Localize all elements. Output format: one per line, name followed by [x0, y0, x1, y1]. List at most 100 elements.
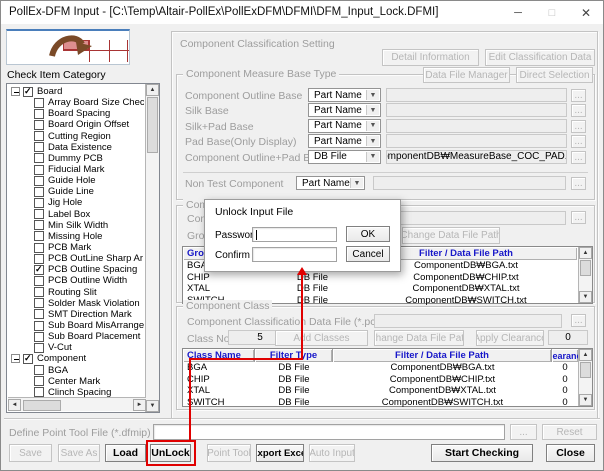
tree-checkbox[interactable]: [34, 321, 44, 331]
tree-item[interactable]: Center Mark: [8, 376, 144, 387]
tree-checkbox[interactable]: [34, 265, 44, 275]
scrollbar-thumb[interactable]: [23, 400, 61, 411]
scroll-up-icon[interactable]: ▲: [579, 349, 592, 361]
scrollbar-thumb[interactable]: [147, 97, 158, 153]
tree-checkbox[interactable]: [34, 287, 44, 297]
apply-clearance-button[interactable]: Apply Clearance: [476, 330, 544, 346]
tree-checkbox[interactable]: [34, 332, 44, 342]
point-tool-button[interactable]: Point Tool: [207, 444, 251, 462]
scrollbar-thumb[interactable]: [580, 362, 591, 378]
tree-checkbox[interactable]: [23, 354, 33, 364]
start-checking-button[interactable]: Start Checking: [431, 444, 533, 462]
tree-item[interactable]: Clinch Spacing: [8, 387, 144, 397]
chevron-down-icon[interactable]: ▼: [366, 121, 379, 131]
browse-button[interactable]: ...: [571, 211, 586, 224]
tree-checkbox[interactable]: [34, 231, 44, 241]
detail-information-button[interactable]: Detail Information: [382, 49, 479, 66]
chevron-down-icon[interactable]: ▼: [366, 152, 379, 162]
table-row[interactable]: SWITCH DB File ComponentDB₩SWITCH.txt 0: [183, 397, 592, 409]
tree-expander-minus-icon[interactable]: [11, 87, 20, 96]
tree-item[interactable]: PCB Outline Spacing: [8, 264, 144, 275]
tree-item-label[interactable]: V-Cut: [48, 342, 72, 353]
table-row[interactable]: XTAL DB File ComponentDB₩XTAL.txt 0: [183, 385, 592, 397]
save-button[interactable]: Save: [9, 444, 52, 462]
save-as-button[interactable]: Save As: [58, 444, 100, 462]
tree-item-label[interactable]: Guide Line: [48, 186, 94, 197]
scroll-down-icon[interactable]: ▼: [146, 400, 159, 412]
measure-type-dropdown[interactable]: Part Name▼: [308, 103, 381, 117]
tree-checkbox[interactable]: [34, 209, 44, 219]
scroll-down-icon[interactable]: ▼: [579, 394, 592, 406]
tree-item-label[interactable]: Solder Mask Violation: [48, 298, 140, 309]
scroll-up-icon[interactable]: ▲: [579, 247, 592, 259]
tree-item-label[interactable]: BGA: [48, 365, 68, 376]
tree-checkbox[interactable]: [34, 254, 44, 264]
browse-button[interactable]: ...: [571, 314, 586, 327]
chevron-down-icon[interactable]: ▼: [366, 105, 379, 115]
load-button[interactable]: Load: [105, 444, 146, 462]
tree-item-label[interactable]: PCB Outline Spacing: [48, 264, 137, 275]
reset-button[interactable]: Reset: [542, 424, 597, 440]
tree-item[interactable]: Guide Line: [8, 186, 144, 197]
measure-file-field[interactable]: [386, 88, 567, 102]
direct-selection-button[interactable]: Direct Selection: [516, 67, 593, 83]
tree-item[interactable]: Fiducial Mark: [8, 164, 144, 175]
non-test-dropdown[interactable]: Part Name▼: [296, 176, 365, 190]
tree-checkbox[interactable]: [34, 298, 44, 308]
export-excel-button[interactable]: Export Excel: [256, 444, 304, 462]
tree-checkbox[interactable]: [23, 87, 33, 97]
table-row[interactable]: CHIP DB File ComponentDB₩CHIP.txt 0: [183, 374, 592, 386]
group-data-file-field[interactable]: [373, 211, 566, 225]
tree-checkbox[interactable]: [34, 220, 44, 230]
tree-item-label[interactable]: Label Box: [48, 209, 90, 220]
measure-type-dropdown[interactable]: Part Name▼: [308, 134, 381, 148]
tree-checkbox[interactable]: [34, 142, 44, 152]
tree-item-label[interactable]: Data Existence: [48, 142, 112, 153]
measure-type-dropdown[interactable]: Part Name▼: [308, 88, 381, 102]
tree-item-label[interactable]: Sub Board MisArrange: [48, 320, 144, 331]
change-data-file-path-button[interactable]: Change Data File Path: [402, 227, 500, 244]
edit-classification-data-button[interactable]: Edit Classification Data: [485, 49, 595, 66]
measure-type-dropdown[interactable]: DB File▼: [308, 150, 381, 164]
table-row[interactable]: BGA DB File ComponentDB₩BGA.txt 0: [183, 362, 592, 374]
tree-item-label[interactable]: PCB OutLine Sharp Ar: [48, 253, 143, 264]
scroll-down-icon[interactable]: ▼: [579, 291, 592, 303]
tree-item[interactable]: Data Existence: [8, 142, 144, 153]
tree-item[interactable]: SMT Direction Mark: [8, 309, 144, 320]
tree-checkbox[interactable]: [34, 376, 44, 386]
password-input[interactable]: [252, 227, 337, 242]
scroll-up-icon[interactable]: ▲: [146, 84, 159, 96]
tree-checkbox[interactable]: [34, 153, 44, 163]
tree-item[interactable]: Missing Hole: [8, 231, 144, 242]
measure-file-field[interactable]: [386, 119, 567, 133]
chevron-down-icon[interactable]: ▼: [366, 90, 379, 100]
tree-item-label[interactable]: PCB Outline Width: [48, 275, 127, 286]
data-file-manager-button[interactable]: Data File Manager: [423, 67, 510, 83]
tree-item-label[interactable]: Dummy PCB: [48, 153, 103, 164]
tree-item-label[interactable]: Fiducial Mark: [48, 164, 105, 175]
tree-item-label[interactable]: Clinch Spacing: [48, 387, 111, 397]
tree-item-label[interactable]: Array Board Size Chec: [48, 97, 144, 108]
tree-checkbox[interactable]: [34, 276, 44, 286]
tree-item-label[interactable]: Missing Hole: [48, 231, 102, 242]
browse-button[interactable]: ...: [571, 151, 586, 164]
tree-item-label[interactable]: Guide Hole: [48, 175, 96, 186]
tree-checkbox[interactable]: [34, 187, 44, 197]
class-data-file-field[interactable]: [374, 314, 562, 328]
tree-checkbox[interactable]: [34, 365, 44, 375]
tree-item[interactable]: Guide Hole: [8, 175, 144, 186]
tree-vscrollbar[interactable]: ▲ ▼: [145, 84, 159, 412]
tree-item[interactable]: Solder Mask Violation: [8, 298, 144, 309]
browse-button[interactable]: ...: [571, 104, 586, 117]
tree-checkbox[interactable]: [34, 109, 44, 119]
minimize-button[interactable]: ─: [501, 1, 535, 24]
tree-checkbox[interactable]: [34, 120, 44, 130]
auto-input-button[interactable]: Auto Input: [309, 444, 355, 462]
tree-checkbox[interactable]: [34, 98, 44, 108]
check-item-tree[interactable]: Board Array Board Size Chec Board Spacin…: [6, 83, 160, 413]
footer-browse-button[interactable]: ...: [510, 424, 537, 440]
tree-item-label[interactable]: Component: [37, 353, 86, 364]
tree-item-label[interactable]: Center Mark: [48, 376, 100, 387]
group-table-vscrollbar[interactable]: ▲ ▼: [578, 247, 592, 303]
tree-item[interactable]: Jig Hole: [8, 197, 144, 208]
